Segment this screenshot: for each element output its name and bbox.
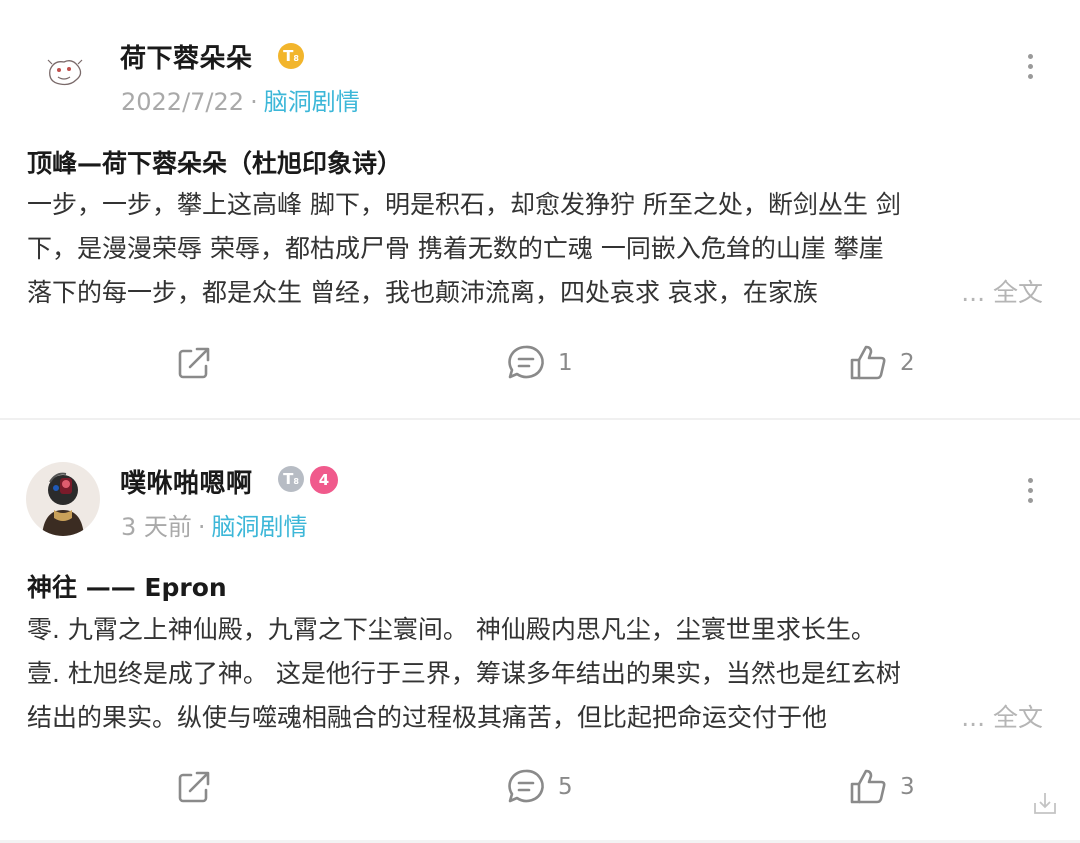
- share-icon: [178, 347, 210, 379]
- excerpt-line: 一步，一步，攀上这高峰 脚下，明是积石，却愈发狰狞 所至之处，断剑丛生 剑: [27, 190, 901, 219]
- share-button[interactable]: [174, 762, 214, 812]
- action-bar: 1 2: [0, 338, 1080, 388]
- like-button[interactable]: 2: [848, 338, 915, 388]
- more-options-icon[interactable]: [1022, 478, 1038, 508]
- post-card[interactable]: 荷下蓉朵朵 T8 2022/7/22 · 脑洞剧情 顶峰—荷下蓉朵朵（杜旭印象诗） …: [0, 0, 1080, 418]
- level-badge-icon: T8: [278, 466, 304, 492]
- excerpt-line: 下，是漫漫荣辱 荣辱，都枯成尸骨 携着无数的亡魂 一同嵌入危耸的山崖 攀崖: [27, 234, 884, 263]
- avatar[interactable]: [26, 462, 100, 536]
- like-count: 2: [900, 350, 915, 376]
- comment-button[interactable]: 1: [506, 338, 573, 388]
- post-meta: 3 天前 · 脑洞剧情: [121, 513, 308, 541]
- comment-count: 5: [558, 774, 573, 800]
- fan-badge-icon: 4: [310, 466, 338, 494]
- read-full-link[interactable]: ... 全文: [853, 696, 1043, 740]
- read-full-link[interactable]: ... 全文: [853, 271, 1043, 315]
- excerpt-line: 壹. 杜旭终是成了神。 这是他行于三界，筹谋多年结出的果实，当然也是红玄树: [27, 659, 901, 688]
- comment-count: 1: [558, 350, 573, 376]
- post-date: 3 天前: [121, 513, 192, 541]
- comment-icon: [508, 769, 544, 803]
- topic-link[interactable]: 脑洞剧情: [264, 88, 360, 116]
- post-title[interactable]: 神往 —— Epron: [27, 568, 227, 604]
- author-name[interactable]: 噗咻啪嗯啊: [120, 463, 253, 500]
- like-button[interactable]: 3: [848, 762, 915, 812]
- author-name[interactable]: 荷下蓉朵朵: [120, 38, 253, 75]
- post-card[interactable]: 噗咻啪嗯啊 T8 4 3 天前 · 脑洞剧情 神往 —— Epron 零. 九霄之上…: [0, 420, 1080, 843]
- topic-link[interactable]: 脑洞剧情: [212, 513, 308, 541]
- excerpt-line: 结出的果实。纵使与噬魂相融合的过程极其痛苦，但比起把命运交付于他: [27, 703, 828, 732]
- export-icon[interactable]: [1031, 789, 1059, 817]
- excerpt-line: 零. 九霄之上神仙殿，九霄之下尘寰间。 神仙殿内思凡尘，尘寰世里求长生。: [27, 615, 876, 644]
- post-excerpt[interactable]: 一步，一步，攀上这高峰 脚下，明是积石，却愈发狰狞 所至之处，断剑丛生 剑 下，…: [27, 183, 1043, 315]
- share-icon: [178, 771, 210, 803]
- avatar[interactable]: [28, 34, 102, 108]
- like-icon: [850, 345, 886, 380]
- post-excerpt[interactable]: 零. 九霄之上神仙殿，九霄之下尘寰间。 神仙殿内思凡尘，尘寰世里求长生。 壹. …: [27, 608, 1043, 740]
- post-date: 2022/7/22: [121, 88, 245, 116]
- comment-button[interactable]: 5: [506, 762, 573, 812]
- like-count: 3: [900, 774, 915, 800]
- excerpt-line: 落下的每一步，都是众生 曾经，我也颠沛流离，四处哀求 哀求，在家族: [27, 278, 818, 307]
- comment-icon: [508, 345, 544, 379]
- like-icon: [850, 769, 886, 804]
- more-options-icon[interactable]: [1022, 54, 1038, 84]
- share-button[interactable]: [174, 338, 214, 388]
- post-meta: 2022/7/22 · 脑洞剧情: [121, 88, 360, 116]
- action-bar: 5 3: [0, 762, 1080, 812]
- post-title[interactable]: 顶峰—荷下蓉朵朵（杜旭印象诗）: [27, 144, 402, 180]
- level-badge-icon: T8: [278, 43, 304, 69]
